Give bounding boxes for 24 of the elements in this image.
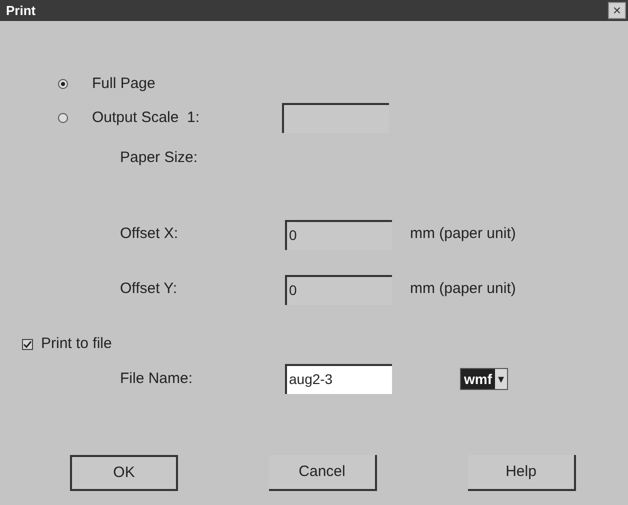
dialog-button[interactable]: Cancel (269, 455, 377, 491)
file-name-label: File Name: (120, 368, 194, 389)
format-dropdown[interactable]: wmf ▾ (460, 368, 508, 390)
radio-button[interactable] (58, 79, 68, 89)
radio-button[interactable] (58, 113, 68, 123)
paper-size-label: Paper Size: (120, 149, 198, 166)
offset-label: Offset Y: (120, 279, 178, 300)
checkbox-label: Print to file (41, 334, 112, 354)
radio-label: Output Scale 1: (92, 108, 201, 128)
dropdown-value: wmf (461, 369, 495, 389)
caret-icon: ▾ (495, 370, 507, 388)
unit-label: mm (paper unit) (410, 279, 516, 300)
offset-field[interactable]: 0 (285, 274, 392, 304)
checkbox[interactable] (22, 338, 33, 350)
output-scale-field[interactable] (282, 103, 389, 133)
dialog-button[interactable]: OK (70, 455, 178, 491)
radio-label: Full Page (92, 74, 156, 94)
window-title: Print (6, 2, 36, 20)
dialog-button[interactable]: Help (468, 455, 576, 491)
file-name-field[interactable]: aug2-3 (285, 364, 392, 394)
offset-field[interactable]: 0 (285, 220, 392, 250)
offset-label: Offset X: (120, 224, 180, 244)
close-button[interactable]: × (608, 2, 626, 19)
unit-label: mm (paper unit) (410, 224, 516, 244)
